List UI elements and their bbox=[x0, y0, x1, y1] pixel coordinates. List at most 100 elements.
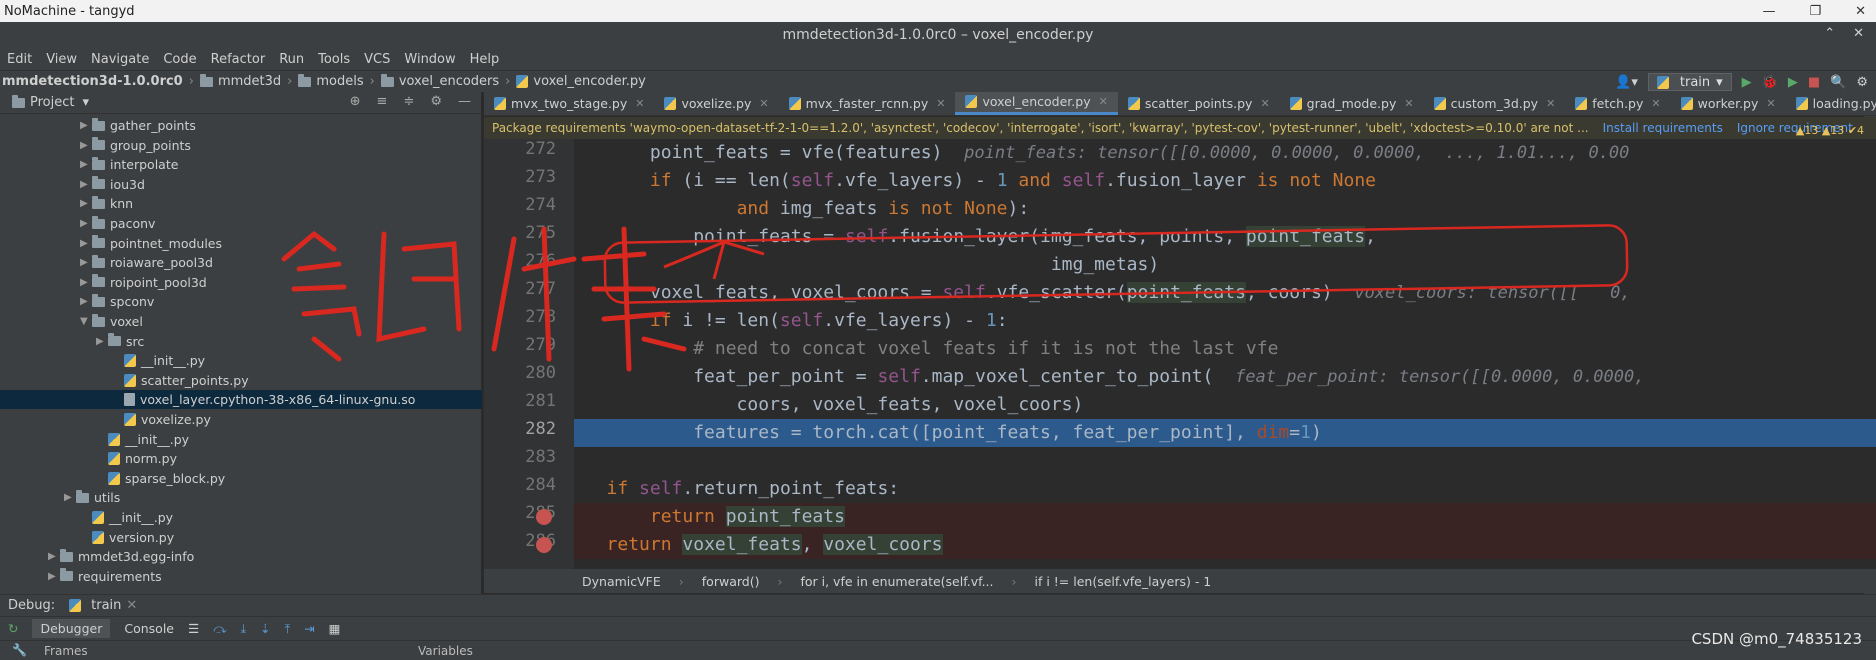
chevron-up-icon[interactable]: ⌃ bbox=[1824, 26, 1835, 41]
menu-tools[interactable]: Tools bbox=[311, 52, 357, 67]
editor-tab-active[interactable]: voxel_encoder.py ✕ bbox=[955, 92, 1118, 115]
close-tab-icon[interactable]: ✕ bbox=[1404, 97, 1413, 110]
tree-folder[interactable]: ▶ gather_points bbox=[0, 116, 482, 135]
menu-help[interactable]: Help bbox=[463, 52, 507, 67]
editor-tab[interactable]: loading.py✕ bbox=[1786, 92, 1876, 115]
editor-tab[interactable]: scatter_points.py ✕ bbox=[1118, 92, 1280, 115]
minimize-icon[interactable]: — bbox=[1762, 4, 1775, 19]
crumb-method[interactable]: forward() bbox=[702, 574, 760, 589]
chevron-right-icon[interactable]: ▶ bbox=[80, 296, 92, 307]
chevron-right-icon[interactable]: ▶ bbox=[80, 120, 92, 131]
tab-debugger[interactable]: Debugger bbox=[32, 619, 111, 638]
tree-folder[interactable]: ▶ requirements bbox=[0, 567, 482, 586]
requirements-banner: Package requirements 'waymo-open-dataset… bbox=[484, 117, 1876, 139]
project-title[interactable]: Project bbox=[30, 95, 74, 110]
breadcrumb-models[interactable]: models bbox=[316, 74, 363, 89]
breadcrumb-mmdet3d[interactable]: mmdet3d bbox=[218, 74, 281, 89]
locate-icon[interactable]: ⊕ bbox=[350, 94, 361, 109]
menu-view[interactable]: View bbox=[39, 52, 84, 67]
project-panel-header: Project ▾ ⊕ ≡ ≑ ⚙ — bbox=[0, 92, 481, 114]
hide-icon[interactable]: — bbox=[458, 94, 471, 109]
menu-refactor[interactable]: Refactor bbox=[204, 52, 273, 67]
breadcrumb-root[interactable]: mmdetection3d-1.0.0rc0 bbox=[2, 74, 183, 89]
close-tab-icon[interactable]: ✕ bbox=[1099, 95, 1108, 108]
search-icon[interactable]: 🔍 bbox=[1830, 75, 1846, 90]
debug-panels: 🔧 Frames Variables bbox=[0, 640, 1876, 660]
menu-window[interactable]: Window bbox=[397, 52, 462, 67]
close-tab-icon[interactable]: ✕ bbox=[1651, 97, 1660, 110]
debug-session-tab[interactable]: train ✕ bbox=[69, 598, 137, 613]
python-file-icon bbox=[92, 511, 104, 524]
menu-icon[interactable]: ☰ bbox=[188, 621, 199, 636]
expand-all-icon[interactable]: ≡ bbox=[377, 94, 388, 109]
chevron-right-icon[interactable]: ▶ bbox=[80, 159, 92, 170]
breadcrumb-voxel-encoders[interactable]: voxel_encoders bbox=[399, 74, 499, 89]
chevron-right-icon[interactable]: ▶ bbox=[80, 179, 92, 190]
install-requirements-link[interactable]: Install requirements bbox=[1603, 121, 1723, 135]
close-tab-icon[interactable]: ✕ bbox=[1260, 97, 1269, 110]
step-into-icon[interactable]: ⤓ bbox=[241, 621, 247, 637]
crumb-for-loop[interactable]: for i, vfe in enumerate(self.vf... bbox=[800, 574, 993, 589]
python-file-icon bbox=[69, 599, 82, 612]
chevron-right-icon[interactable]: ▶ bbox=[48, 571, 60, 582]
menu-code[interactable]: Code bbox=[156, 52, 203, 67]
wrench-icon[interactable]: 🔧 bbox=[12, 643, 27, 657]
chevron-right-icon[interactable]: ▶ bbox=[80, 218, 92, 229]
editor-tab[interactable]: fetch.py ✕ bbox=[1565, 92, 1670, 115]
editor-tab[interactable]: custom_3d.py ✕ bbox=[1424, 92, 1566, 115]
inspection-widget[interactable]: ▲13 ▲13 ✔4 bbox=[1796, 124, 1864, 137]
run-icon[interactable]: ▶ bbox=[1742, 75, 1752, 90]
menu-run[interactable]: Run bbox=[272, 52, 311, 67]
debug-icon[interactable]: 🐞 bbox=[1762, 75, 1778, 90]
folder-icon bbox=[380, 73, 394, 87]
chevron-down-icon[interactable]: ▼ bbox=[80, 316, 92, 327]
restore-icon[interactable]: ❐ bbox=[1809, 4, 1821, 19]
evaluate-icon[interactable]: ▦ bbox=[329, 621, 341, 636]
tab-console[interactable]: Console bbox=[124, 621, 174, 636]
close-tab-icon[interactable]: ✕ bbox=[1546, 97, 1555, 110]
tree-item-label: gather_points bbox=[110, 118, 196, 133]
python-file-icon bbox=[1680, 96, 1693, 110]
chevron-right-icon[interactable]: ▶ bbox=[80, 257, 92, 268]
close-icon[interactable]: ✕ bbox=[126, 598, 137, 613]
step-into-my-code-icon[interactable]: ⇣ bbox=[260, 621, 270, 636]
editor-tab[interactable]: mvx_faster_rcnn.py ✕ bbox=[779, 92, 956, 115]
window-close-icon[interactable]: ✕ bbox=[1853, 26, 1864, 41]
crumb-class[interactable]: DynamicVFE bbox=[582, 574, 661, 589]
editor-tab[interactable]: mvx_two_stage.py ✕ bbox=[484, 92, 654, 115]
chevron-right-icon[interactable]: ▶ bbox=[80, 238, 92, 249]
menu-navigate[interactable]: Navigate bbox=[84, 52, 156, 67]
menu-edit[interactable]: Edit bbox=[0, 52, 39, 67]
gear-icon[interactable]: ⚙ bbox=[1856, 75, 1868, 90]
close-tab-icon[interactable]: ✕ bbox=[759, 97, 768, 110]
close-tab-icon[interactable]: ✕ bbox=[936, 97, 945, 110]
menu-vcs[interactable]: VCS bbox=[357, 52, 397, 67]
crumb-if-statement[interactable]: if i != len(self.vfe_layers) - 1 bbox=[1035, 574, 1212, 589]
close-tab-icon[interactable]: ✕ bbox=[635, 97, 644, 110]
code-editor[interactable]: point_feats = vfe(features) point_feats:… bbox=[281, 124, 1876, 569]
run-to-cursor-icon[interactable]: ⇥ bbox=[304, 621, 314, 636]
run-config-select[interactable]: train ▾ bbox=[1647, 73, 1732, 91]
editor-tab[interactable]: voxelize.py ✕ bbox=[654, 92, 778, 115]
step-out-icon[interactable]: ⤒ bbox=[285, 621, 291, 637]
chevron-down-icon[interactable]: ▾ bbox=[82, 95, 89, 110]
chevron-right-icon[interactable]: ▶ bbox=[80, 277, 92, 288]
chevron-right-icon[interactable]: ▶ bbox=[96, 336, 108, 347]
user-icon[interactable]: 👤▾ bbox=[1615, 75, 1638, 90]
folder-icon bbox=[92, 313, 105, 327]
chevron-right-icon[interactable]: ▶ bbox=[80, 198, 92, 209]
gear-icon[interactable]: ⚙ bbox=[430, 94, 442, 109]
close-icon[interactable]: ✕ bbox=[1855, 4, 1866, 19]
step-over-icon[interactable]: ⤼ bbox=[213, 621, 226, 637]
coverage-icon[interactable]: ▶ bbox=[1788, 75, 1798, 90]
stop-icon[interactable]: ■ bbox=[1808, 75, 1820, 90]
close-tab-icon[interactable]: ✕ bbox=[1766, 97, 1775, 110]
chevron-right-icon[interactable]: ▶ bbox=[48, 551, 60, 562]
chevron-right-icon[interactable]: ▶ bbox=[64, 492, 76, 503]
rerun-icon[interactable]: ↻ bbox=[8, 621, 18, 636]
chevron-right-icon[interactable]: ▶ bbox=[80, 140, 92, 151]
collapse-all-icon[interactable]: ≑ bbox=[403, 94, 414, 109]
editor-tab[interactable]: grad_mode.py ✕ bbox=[1280, 92, 1424, 115]
editor-tab[interactable]: worker.py ✕ bbox=[1671, 92, 1786, 115]
breadcrumb-file[interactable]: voxel_encoder.py bbox=[533, 74, 645, 89]
